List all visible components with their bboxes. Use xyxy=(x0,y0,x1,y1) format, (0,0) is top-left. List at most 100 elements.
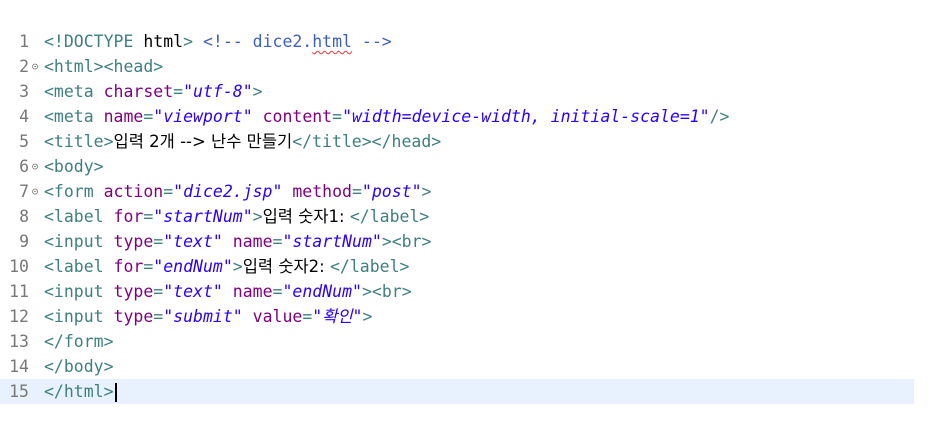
tag-token xyxy=(223,282,233,301)
code-line[interactable]: 12 <input type="submit" value="확인"> xyxy=(0,304,937,329)
code-line[interactable]: 8 <label for="startNum">입력 숫자1: </label> xyxy=(0,204,937,229)
tag-token: <label xyxy=(44,257,114,276)
code-line[interactable]: 1 <!DOCTYPE html> <!-- dice2.html --> xyxy=(0,29,937,54)
tag-token: <title> xyxy=(44,132,114,151)
line-number: 10 xyxy=(9,257,29,276)
value-token: "viewport" xyxy=(153,107,253,126)
tag-token: <meta xyxy=(44,82,104,101)
tag-token: = xyxy=(143,107,154,126)
tag-token xyxy=(223,232,233,251)
code-line[interactable]: 3 <meta charset="utf-8"> xyxy=(0,79,937,104)
tag-token: = xyxy=(173,82,184,101)
tag-token: <form xyxy=(44,182,104,201)
comment-token: --> xyxy=(352,32,392,51)
value-token: "text" xyxy=(163,232,223,251)
tag-token: = xyxy=(272,282,283,301)
tag-token: = xyxy=(153,307,164,326)
attribute-token: type xyxy=(113,282,154,301)
tag-token: > xyxy=(252,82,263,101)
tag-token: </html> xyxy=(44,382,114,401)
tag-token: </form> xyxy=(44,332,114,351)
value-token: "endNum" xyxy=(282,282,362,301)
tag-token: <label xyxy=(44,207,114,226)
text-token: 입력 숫자2: xyxy=(242,257,330,276)
tag-token: </body> xyxy=(44,357,114,376)
attribute-token: value xyxy=(252,307,303,326)
text-token: 입력 숫자1: xyxy=(262,207,350,226)
tag-token: = xyxy=(351,182,362,201)
code-editor[interactable]: 1 <!DOCTYPE html> <!-- dice2.html --> 2 ⊝ <h… xyxy=(0,0,937,435)
tag-token: = xyxy=(163,182,174,201)
tag-token: <meta xyxy=(44,107,104,126)
code-line[interactable]: 14 </body> xyxy=(0,354,937,379)
tag-token xyxy=(253,107,263,126)
code-line[interactable]: 5 <title>입력 2개 --> 난수 만들기</title></head> xyxy=(0,129,937,154)
value-token: "endNum" xyxy=(153,257,233,276)
collapse-minus-icon[interactable]: ⊝ xyxy=(29,179,41,204)
tag-token: </label> xyxy=(349,207,430,226)
code-line[interactable]: 13 </form> xyxy=(0,329,937,354)
line-number: 2 xyxy=(19,57,29,76)
code-line[interactable]: 4 <meta name="viewport" content="width=de… xyxy=(0,104,937,129)
tag-token: = xyxy=(143,207,154,226)
attribute-token: name xyxy=(103,107,144,126)
code-text[interactable]: <form action="dice2.jsp" method="post"> xyxy=(44,179,431,204)
code-text[interactable]: <!DOCTYPE html> <!-- dice2.html --> xyxy=(44,29,392,54)
attribute-token: method xyxy=(292,182,352,201)
line-number: 5 xyxy=(19,132,29,151)
text-token: 입력 2개 --> 난수 만들기 xyxy=(113,132,293,151)
line-number: 6 xyxy=(19,157,29,176)
code-text[interactable]: </form> xyxy=(44,329,114,354)
code-text[interactable]: <meta name="viewport" content="width=dev… xyxy=(44,104,730,129)
code-line[interactable]: 10 <label for="endNum">입력 숫자2: </label> xyxy=(0,254,937,279)
line-number: 15 xyxy=(9,382,29,401)
value-token: "startNum" xyxy=(282,232,382,251)
attribute-token: content xyxy=(262,107,333,126)
collapse-minus-icon[interactable]: ⊝ xyxy=(29,54,41,79)
code-text[interactable]: <html><head> xyxy=(44,54,163,79)
code-text[interactable]: <body> xyxy=(44,154,104,179)
attribute-token: charset xyxy=(103,82,174,101)
code-lines: 1 <!DOCTYPE html> <!-- dice2.html --> 2 ⊝ <h… xyxy=(0,29,937,404)
tag-token: ><br> xyxy=(381,232,432,251)
value-token: "text" xyxy=(163,282,223,301)
code-text[interactable]: <input type="text" name="endNum"><br> xyxy=(44,279,412,304)
code-line[interactable]: 7 ⊝ <form action="dice2.jsp" method="post"… xyxy=(0,179,937,204)
tag-token: = xyxy=(153,282,164,301)
tag-token: </label> xyxy=(330,257,410,276)
code-text[interactable]: <label for="endNum">입력 숫자2: </label> xyxy=(44,254,409,279)
code-text[interactable]: <title>입력 2개 --> 난수 만들기</title></head> xyxy=(44,129,441,154)
tag-token: <input xyxy=(44,232,114,251)
tag-token: = xyxy=(332,107,343,126)
attribute-token: name xyxy=(232,232,273,251)
value-token: "startNum" xyxy=(153,207,253,226)
tag-token: > xyxy=(232,257,243,276)
code-text[interactable]: <label for="startNum">입력 숫자1: </label> xyxy=(44,204,429,229)
code-line-current[interactable]: 15 </html> xyxy=(0,379,914,404)
tag-token: ><br> xyxy=(361,282,412,301)
attribute-token: for xyxy=(113,257,144,276)
line-number: 11 xyxy=(9,282,29,301)
value-token: "post" xyxy=(361,182,422,201)
code-line[interactable]: 6 ⊝ <body> xyxy=(0,154,937,179)
value-token: "width=device-width, initial-scale=1" xyxy=(342,107,710,126)
code-text[interactable]: </body> xyxy=(44,354,114,379)
line-number: 9 xyxy=(19,232,29,251)
tag-token: > xyxy=(183,32,203,51)
tag-token xyxy=(282,182,292,201)
tag-token: = xyxy=(153,232,164,251)
code-line[interactable]: 2 ⊝ <html><head> xyxy=(0,54,937,79)
value-token: "submit" xyxy=(163,307,243,326)
tag-token: = xyxy=(302,307,313,326)
attribute-token: type xyxy=(113,307,154,326)
code-text[interactable]: </html> xyxy=(44,379,117,404)
code-text[interactable]: <input type="submit" value="확인"> xyxy=(44,304,372,329)
code-text[interactable]: <input type="text" name="startNum"><br> xyxy=(44,229,431,254)
code-line[interactable]: 9 <input type="text" name="startNum"><br> xyxy=(0,229,937,254)
code-line[interactable]: 11 <input type="text" name="endNum"><br> xyxy=(0,279,937,304)
collapse-minus-icon[interactable]: ⊝ xyxy=(29,154,41,179)
tag-token: <!DOCTYPE xyxy=(44,32,144,51)
tag-token: = xyxy=(143,257,154,276)
code-text[interactable]: <meta charset="utf-8"> xyxy=(44,79,263,104)
line-number: 13 xyxy=(9,332,29,351)
